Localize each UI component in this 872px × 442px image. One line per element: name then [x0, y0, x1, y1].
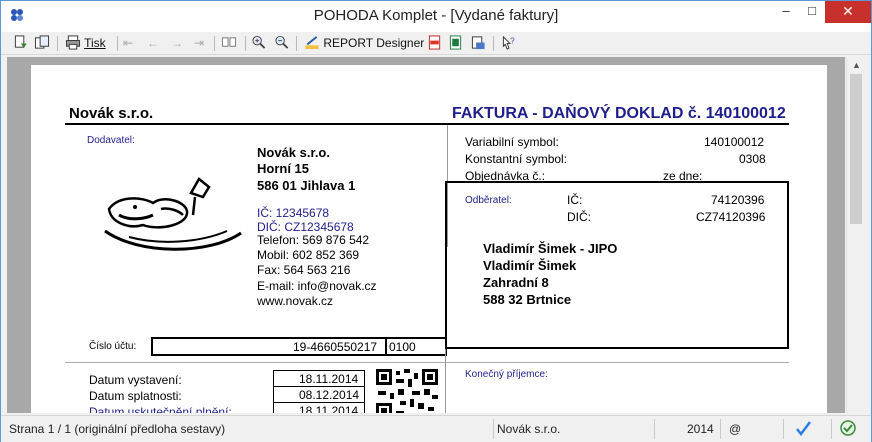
report-designer-icon — [305, 36, 319, 50]
lower-column-divider — [445, 349, 446, 413]
issued-date-value: 18.11.2014 — [299, 372, 359, 386]
print-button[interactable]: Tisk — [65, 35, 106, 52]
status-divider — [720, 419, 721, 439]
supplier-ic: IČ: 12345678 — [257, 206, 330, 220]
variable-symbol-label: Variabilní symbol: — [465, 135, 559, 149]
due-date-value: 08.12.2014 — [299, 388, 360, 402]
supplier-name: Novák s.r.o. — [257, 145, 330, 160]
next-page-icon[interactable]: → — [171, 35, 183, 52]
help-icon[interactable]: ? — [501, 35, 517, 52]
zoom-out-icon[interactable] — [274, 35, 290, 52]
supplier-label: Dodavatel: — [87, 135, 135, 146]
toolbar: Tisk ⇤ ← → ⇥ REPORT Designer ? — [1, 32, 871, 55]
minimize-button[interactable]: – — [773, 1, 799, 23]
supplier-email: E-mail: info@novak.cz — [257, 279, 377, 293]
close-button[interactable]: ✕ — [825, 1, 871, 23]
last-page-icon[interactable]: ⇥ — [194, 35, 204, 52]
supplier-mobile: Mobil: 602 852 369 — [257, 248, 360, 262]
constant-symbol-value: 0308 — [739, 152, 766, 166]
toolbar-separator — [214, 36, 215, 51]
window-title: POHODA Komplet - [Vydané faktury] — [313, 7, 559, 24]
customer-label: Odběratel: — [465, 195, 512, 206]
supplier-dic: DIČ: CZ12345678 — [257, 220, 354, 234]
customer-line-1: Vladimír Šimek - JIPO — [483, 241, 618, 256]
status-ok-icon[interactable] — [839, 419, 857, 440]
status-divider — [654, 419, 655, 439]
status-divider — [783, 419, 784, 439]
company-header: Novák s.r.o. — [69, 105, 154, 122]
taxable-date-value: 18.11.2014 — [299, 404, 359, 413]
status-page: Strana 1 / 1 (originální předloha sestav… — [9, 422, 226, 436]
document-title: FAKTURA - DAŇOVÝ DOKLAD č. 140100012 — [452, 105, 786, 122]
scroll-thumb[interactable] — [850, 74, 862, 224]
status-at: @ — [729, 422, 742, 436]
status-year: 2014 — [687, 422, 714, 436]
report-designer-button[interactable]: REPORT Designer — [304, 35, 424, 52]
toolbar-separator — [57, 36, 58, 51]
supplier-city: 586 01 Jihlava 1 — [257, 178, 356, 193]
company-logo-icon — [104, 177, 242, 251]
account-divider — [385, 337, 387, 356]
qr-code-icon — [376, 369, 438, 413]
email-export-icon[interactable] — [470, 35, 486, 52]
customer-line-3: Zahradní 8 — [483, 275, 549, 290]
supplier-fax: Fax: 564 563 216 — [257, 263, 351, 277]
dates-row-divider — [273, 386, 365, 387]
variable-symbol-value: 140100012 — [704, 135, 765, 149]
scroll-up-arrow-icon[interactable]: ▲ — [847, 57, 866, 73]
customer-ic-value: 74120396 — [711, 193, 765, 207]
section-rule — [65, 362, 789, 363]
toolbar-separator — [493, 36, 494, 51]
zoom-in-icon[interactable] — [251, 35, 267, 52]
status-divider — [831, 419, 832, 439]
svg-text:?: ? — [510, 35, 515, 45]
toolbar-separator — [117, 36, 118, 51]
title-bar: POHODA Komplet - [Vydané faktury] – □ ✕ — [1, 1, 871, 32]
status-bar: Strana 1 / 1 (originální předloha sestav… — [1, 415, 871, 442]
pdf-export-icon[interactable] — [427, 35, 443, 52]
account-label: Číslo účtu: — [89, 341, 137, 352]
vertical-scrollbar[interactable]: ▲ — [846, 57, 865, 413]
two-pages-icon[interactable] — [221, 35, 237, 52]
supplier-web: www.novak.cz — [257, 294, 334, 308]
export-icon[interactable] — [34, 35, 50, 52]
dates-row-divider — [273, 402, 365, 403]
first-page-icon[interactable]: ⇤ — [123, 35, 133, 52]
customer-line-2: Vladimír Šimek — [483, 258, 577, 273]
final-recipient-label: Konečný příjemce: — [465, 369, 548, 380]
issued-date-label: Datum vystavení: — [89, 373, 182, 387]
status-company: Novák s.r.o. — [497, 422, 561, 436]
report-designer-label: REPORT Designer — [323, 36, 425, 50]
header-rule — [65, 123, 789, 125]
app-window: POHODA Komplet - [Vydané faktury] – □ ✕ … — [0, 0, 872, 442]
account-number: 19-4660550217 — [293, 340, 378, 354]
bank-code: 0100 — [389, 340, 416, 354]
toolbar-separator — [245, 36, 246, 51]
supplier-street: Horní 15 — [257, 161, 310, 176]
customer-dic-value: CZ74120396 — [696, 210, 766, 224]
maximize-button[interactable]: □ — [799, 1, 825, 23]
invoice-page: Novák s.r.o. FAKTURA - DAŇOVÝ DOKLAD č. … — [31, 65, 827, 413]
toolbar-separator — [296, 36, 297, 51]
customer-ic-label: IČ: — [567, 193, 583, 207]
customer-dic-label: DIČ: — [567, 210, 591, 224]
check-pen-icon[interactable] — [795, 419, 813, 440]
status-divider — [493, 419, 494, 439]
printer-icon — [65, 35, 81, 50]
print-label: Tisk — [84, 36, 106, 50]
supplier-phone: Telefon: 569 876 542 — [257, 233, 370, 247]
excel-export-icon[interactable] — [448, 35, 464, 52]
page-setup-icon[interactable] — [13, 35, 29, 52]
taxable-date-label: Datum uskutečnění plnění: — [89, 405, 232, 413]
customer-line-4: 588 32 Brtnice — [483, 292, 572, 307]
prev-page-icon[interactable]: ← — [147, 35, 159, 52]
constant-symbol-label: Konstantní symbol: — [465, 152, 568, 166]
report-viewer[interactable]: Novák s.r.o. FAKTURA - DAŇOVÝ DOKLAD č. … — [7, 57, 845, 413]
due-date-label: Datum splatnosti: — [89, 389, 182, 403]
